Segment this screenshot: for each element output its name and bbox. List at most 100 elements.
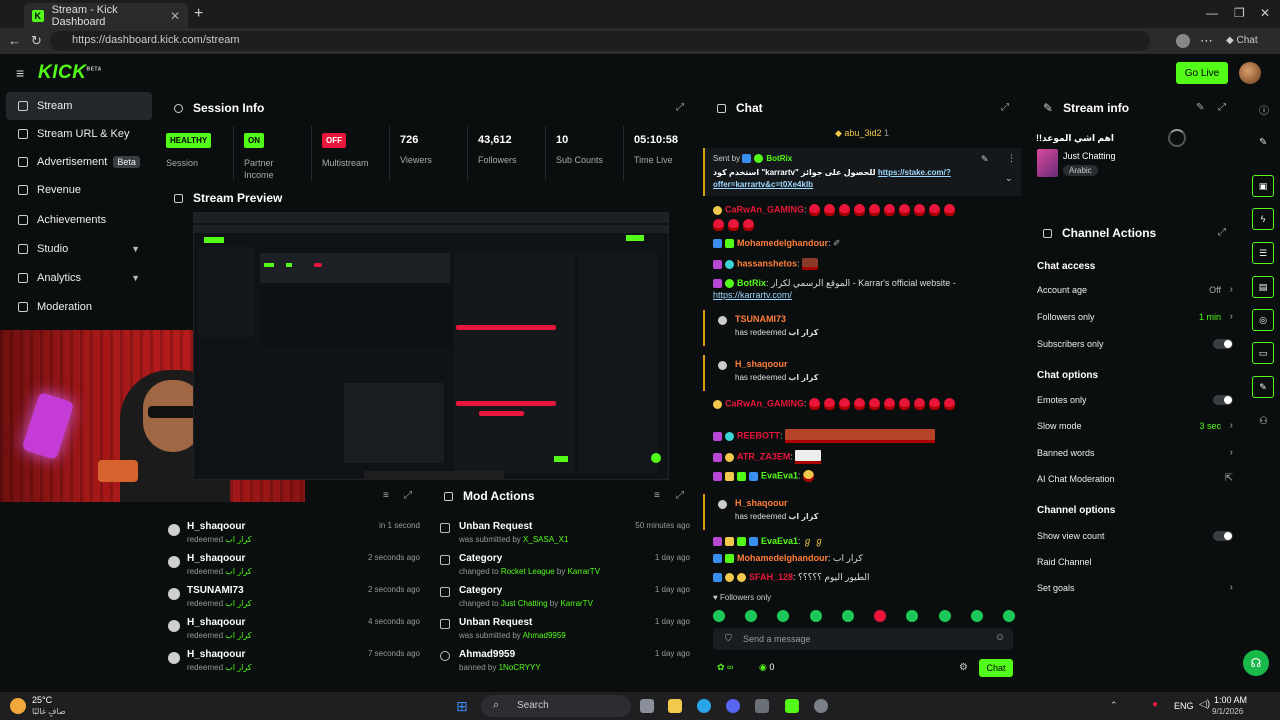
chat-username[interactable]: EvaEva1 [761,536,798,546]
rail-video-button[interactable]: ▣ [1252,175,1274,197]
emote-icon[interactable] [809,610,822,622]
back-icon[interactable]: ← [8,33,21,48]
filter-icon[interactable]: ≡ [383,490,389,501]
filter-icon[interactable]: ≡ [654,490,660,501]
emote-icon[interactable] [938,610,951,622]
pin-icon[interactable]: ✎ [981,154,989,165]
rail-bolt-button[interactable]: ϟ [1252,208,1274,230]
pinned-user[interactable]: ◆ abu_3id2 1 [835,128,889,139]
chat-message-input[interactable]: ⛉ Send a message ☺ [713,628,1013,650]
emote-icon[interactable] [777,610,790,622]
info-icon[interactable]: ⓘ [1259,102,1269,117]
mod-action-target[interactable]: Rocket League [501,567,555,576]
copilot-chat-button[interactable]: ◆ Chat [1226,35,1258,46]
calculator-icon[interactable] [755,699,769,713]
mod-action-by[interactable]: KarrarTV [560,599,592,608]
edit-icon[interactable]: ✎ [1196,102,1204,113]
volume-icon[interactable]: ◁) [1199,699,1210,710]
ai-moderation-row[interactable]: AI Chat Moderation ⇱ [1037,473,1233,490]
user-avatar[interactable] [1239,62,1261,84]
more-options-icon[interactable]: ⋮ [1007,153,1016,164]
new-tab-icon[interactable]: + [194,5,203,23]
slow-mode-row[interactable]: Slow mode 3 sec › [1037,420,1233,437]
viewers-icon[interactable]: ✿ ∞ [717,662,733,673]
chevron-down-icon[interactable]: ⌄ [1005,173,1013,184]
sidebar-item-analytics[interactable]: Analytics ▼ [6,264,152,292]
chat-send-button[interactable]: Chat [979,659,1013,677]
kick-logo[interactable]: KICKBETA [38,62,102,84]
chat-username[interactable]: Mohamedelghandour [737,553,828,563]
chat-username[interactable]: SFAH_128 [749,572,793,582]
url-field[interactable]: https://dashboard.kick.com/stream [50,31,1150,51]
chat-username[interactable]: REEBOTT [737,430,780,440]
mod-action-target[interactable]: Ahmad9959 [523,631,566,640]
sidebar-item-advertisement[interactable]: Advertisement Beta [6,148,152,176]
activity-user[interactable]: H_shaqoour [187,617,245,628]
settings-icon[interactable] [814,699,828,713]
sidebar-item-stream-url-key[interactable]: Stream URL & Key [6,120,152,148]
mod-action-target[interactable]: 1NoCRYYY [499,663,541,672]
chat-username[interactable]: EvaEva1 [761,470,798,480]
mod-action-target[interactable]: X_SASA_X1 [523,535,568,544]
rail-chat-button[interactable]: ▤ [1252,276,1274,298]
chat-link[interactable]: https://karrartv.com/ [713,290,792,300]
emote-icon[interactable] [970,610,983,622]
menu-icon[interactable]: ≡ [16,65,24,81]
emote-icon[interactable] [1002,610,1015,622]
expand-icon[interactable]: ⤢ [404,490,412,501]
clock-time[interactable]: 1:00 AM [1214,695,1247,705]
redeem-user[interactable]: TSUNAMI73 [735,314,786,324]
set-goals-row[interactable]: Set goals › [1037,582,1233,599]
points-indicator[interactable]: ◉ 0 [759,662,774,673]
emote-icon[interactable] [906,610,919,622]
expand-icon[interactable]: ⤢ [676,490,684,501]
activity-user[interactable]: H_shaqoour [187,521,245,532]
file-explorer-icon[interactable] [668,699,682,713]
rail-list-button[interactable]: ☰ [1252,242,1274,264]
emote-icon[interactable] [841,610,854,622]
stream-category[interactable]: Just Chatting [1063,151,1116,161]
sidebar-item-revenue[interactable]: Revenue [6,176,152,204]
refresh-icon[interactable]: ↻ [31,33,42,49]
help-button[interactable]: ☊ [1243,650,1269,676]
activity-user[interactable]: H_shaqoour [187,553,245,564]
expand-icon[interactable]: ⤢ [1218,102,1226,113]
rail-target-button[interactable]: ◎ [1252,309,1274,331]
expand-icon[interactable]: ⤢ [676,102,684,113]
emote-icon[interactable] [874,610,887,622]
chat-username[interactable]: Mohamedelghandour [737,238,828,248]
chat-username[interactable]: hassanshetos [737,258,797,268]
close-tab-icon[interactable]: ✕ [170,9,180,23]
activity-user[interactable]: H_shaqoour [187,649,245,660]
stream-tag[interactable]: Arabic [1063,165,1098,176]
sidebar-item-stream[interactable]: Stream [6,92,152,120]
edge-icon[interactable] [697,699,711,713]
raid-channel-row[interactable]: Raid Channel [1037,557,1233,573]
profile-icon[interactable] [1176,34,1190,48]
activity-user[interactable]: TSUNAMI73 [187,585,244,596]
kick-app-icon[interactable] [785,699,799,713]
emote-icon[interactable] [713,610,725,622]
chat-username[interactable]: ATR_ZA3EM [737,451,790,461]
redeem-user[interactable]: H_shaqoour [735,498,788,508]
stream-preview[interactable] [193,212,669,480]
discord-icon[interactable] [726,699,740,713]
chat-username[interactable]: BotRix [737,278,766,288]
task-view-icon[interactable] [640,699,654,713]
chevron-up-icon[interactable]: ⌃ [1110,700,1118,711]
expand-icon[interactable]: ⤢ [1001,102,1009,113]
emoji-icon[interactable]: ☺ [995,632,1005,643]
subscribers-only-toggle[interactable] [1213,339,1233,349]
emotes-only-toggle[interactable] [1213,395,1233,405]
more-icon[interactable]: ⋯ [1200,33,1213,49]
sidebar-item-moderation[interactable]: Moderation [6,293,152,321]
settings-gear-icon[interactable]: ⚙ [959,662,968,673]
banned-words-row[interactable]: Banned words › [1037,447,1233,464]
show-view-count-toggle[interactable] [1213,531,1233,541]
mod-action-target[interactable]: Just Chatting [501,599,548,608]
chat-username[interactable]: CaRwAn_GAMING [725,204,804,214]
rail-tv-button[interactable]: ▭ [1252,342,1274,364]
sidebar-item-achievements[interactable]: Achievements [6,206,152,234]
redeem-user[interactable]: H_shaqoour [735,359,788,369]
expand-icon[interactable]: ⤢ [1218,227,1226,238]
